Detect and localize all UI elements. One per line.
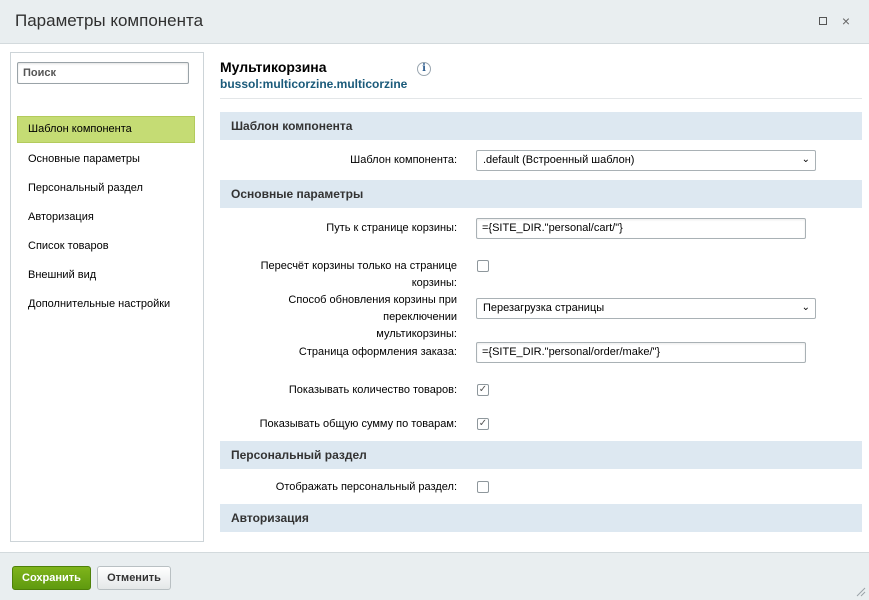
section-title: Персональный раздел [231, 448, 367, 462]
template-select-value: .default (Встроенный шаблон) [483, 154, 635, 166]
sidebar-item-main-params[interactable]: Основные параметры [17, 145, 195, 174]
update-method-label: Способ обновления корзины при переключен… [220, 292, 457, 343]
sidebar-item-auth[interactable]: Авторизация [17, 203, 195, 232]
dialog-title: Параметры компонента [15, 11, 204, 30]
close-icon[interactable]: × [839, 14, 853, 28]
update-method-select[interactable]: Перезагрузка страницы ⌄ [476, 298, 816, 319]
template-label: Шаблон компонента: [350, 154, 457, 166]
order-page-input[interactable]: ={SITE_DIR."personal/order/make/"} [476, 342, 806, 363]
section-header-personal: Персональный раздел [220, 441, 862, 469]
resize-grip-icon[interactable] [856, 587, 866, 597]
show-count-checkbox[interactable]: ✓ [477, 384, 489, 396]
section-title: Шаблон компонента [231, 119, 353, 133]
info-icon[interactable]: i [417, 62, 431, 76]
component-header: Мультикорзина i bussol:multicorzine.mult… [220, 52, 862, 99]
dialog-titlebar: Параметры компонента × [0, 0, 869, 44]
sidebar-item-template[interactable]: Шаблон компонента [17, 116, 195, 143]
section-title: Основные параметры [231, 187, 364, 201]
section-title: Авторизация [231, 511, 309, 525]
dialog-content: Шаблон компонента Основные параметры Пер… [0, 44, 869, 552]
update-method-select-value: Перезагрузка страницы [483, 302, 605, 314]
section-header-main: Основные параметры [220, 180, 862, 208]
section-header-template: Шаблон компонента [220, 112, 862, 140]
chevron-down-icon: ⌄ [801, 302, 810, 313]
recalc-checkbox[interactable] [477, 260, 489, 272]
sidebar-item-product-list[interactable]: Список товаров [17, 232, 195, 261]
component-title: Мультикорзина [220, 59, 327, 75]
chevron-down-icon: ⌄ [801, 154, 810, 165]
show-sum-checkbox[interactable]: ✓ [477, 418, 489, 430]
sidebar-item-personal[interactable]: Персональный раздел [17, 174, 195, 203]
update-method-label-line2: мультикорзины: [376, 328, 457, 340]
maximize-icon[interactable] [816, 14, 830, 28]
sidebar-item-extra[interactable]: Дополнительные настройки [17, 290, 195, 319]
search-input[interactable] [17, 62, 189, 84]
show-personal-label: Отображать персональный раздел: [275, 481, 457, 493]
cart-path-label: Путь к странице корзины: [326, 222, 457, 234]
show-sum-label: Показывать общую сумму по товарам: [259, 418, 457, 430]
cart-path-input[interactable]: ={SITE_DIR."personal/cart/"} [476, 218, 806, 239]
show-count-label: Показывать количество товаров: [288, 384, 457, 396]
save-button[interactable]: Сохранить [12, 566, 91, 590]
update-method-label-line1: Способ обновления корзины при переключен… [288, 294, 457, 323]
section-header-auth: Авторизация [220, 504, 862, 532]
template-select[interactable]: .default (Встроенный шаблон) ⌄ [476, 150, 816, 171]
component-code: bussol:multicorzine.multicorzine [220, 77, 408, 91]
sidebar-item-appearance[interactable]: Внешний вид [17, 261, 195, 290]
show-personal-checkbox[interactable] [477, 481, 489, 493]
cancel-button[interactable]: Отменить [97, 566, 171, 590]
recalc-label: Пересчёт корзины только на странице корз… [260, 260, 457, 289]
dialog-footer: Сохранить Отменить [0, 552, 869, 600]
sidebar-nav: Шаблон компонента Основные параметры Пер… [17, 116, 195, 319]
settings-panel: Мультикорзина i bussol:multicorzine.mult… [220, 52, 862, 542]
sidebar: Шаблон компонента Основные параметры Пер… [10, 52, 204, 542]
order-page-label: Страница оформления заказа: [298, 346, 457, 358]
